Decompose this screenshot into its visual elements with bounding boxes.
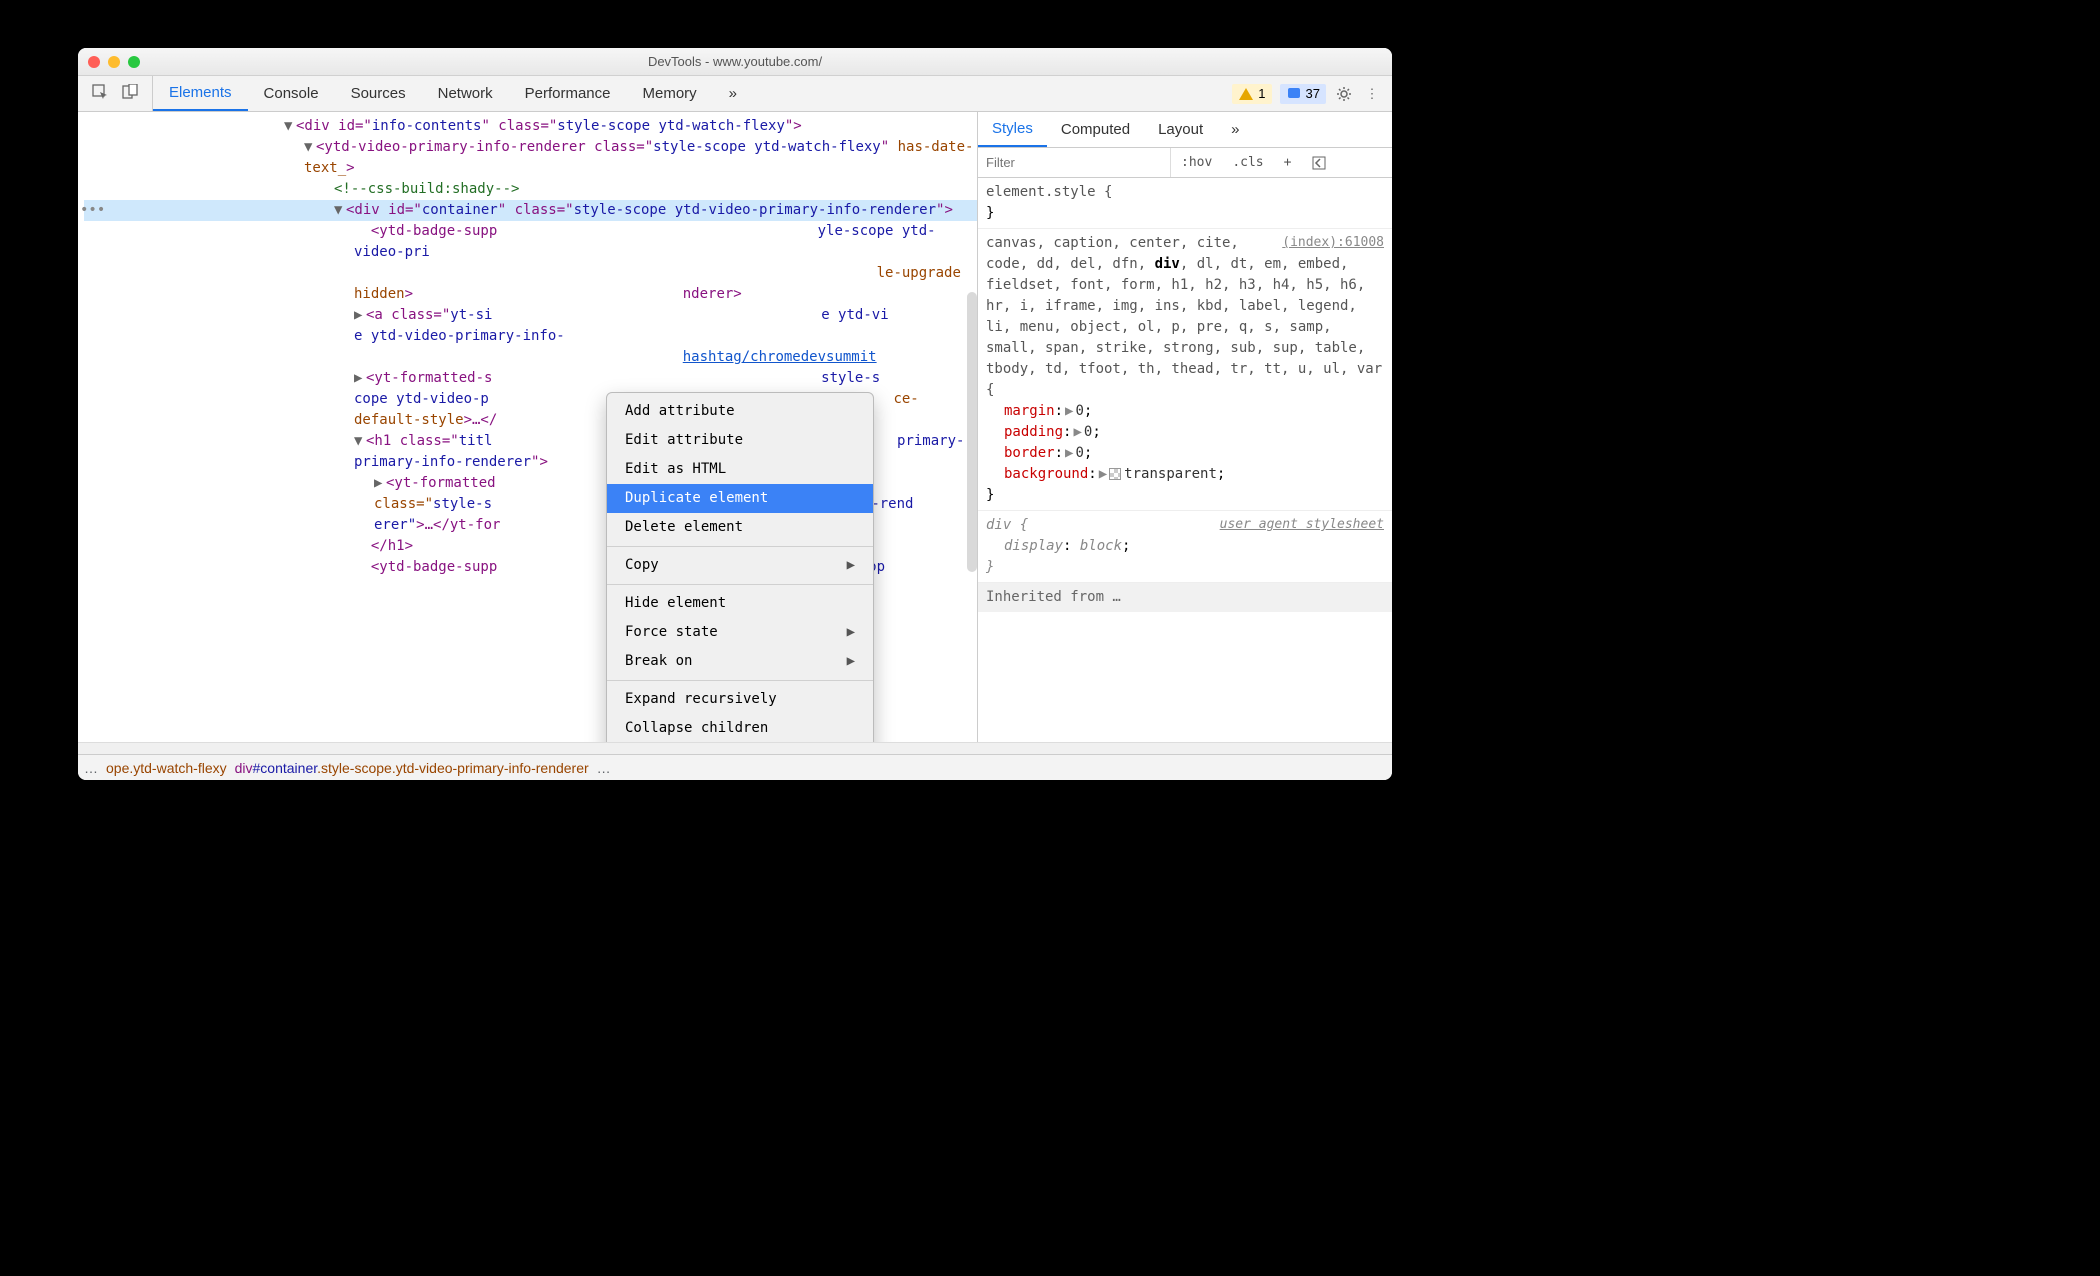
dom-comment[interactable]: <!--css-build:shady--> xyxy=(84,179,977,200)
ctx-item[interactable]: Expand recursively xyxy=(607,685,873,714)
breadcrumbs: … ope.ytd-watch-flexy div#container.styl… xyxy=(78,754,1392,780)
panel-tabs: Elements Console Sources Network Perform… xyxy=(153,76,753,111)
dom-node[interactable]: <ytd-badge-supp yle-scope ytd-video-pri … xyxy=(84,221,977,305)
stab-styles[interactable]: Styles xyxy=(978,112,1047,147)
styles-rules[interactable]: element.style { } (index):61008 canvas, … xyxy=(978,178,1392,742)
submenu-arrow-icon: ▶ xyxy=(847,651,855,672)
ctx-item[interactable]: Copy ▶ xyxy=(607,551,873,580)
add-rule-button[interactable]: + xyxy=(1274,148,1302,177)
scrollbar-thumb[interactable] xyxy=(967,292,977,572)
inspect-icon[interactable] xyxy=(92,84,108,103)
ctx-item-label: Duplicate element xyxy=(625,488,768,509)
tab-memory[interactable]: Memory xyxy=(627,76,713,111)
ctx-item-label: Edit as HTML xyxy=(625,459,726,480)
dom-node-selected[interactable]: •••▼<div id="container" class="style-sco… xyxy=(84,200,977,221)
styles-toolbar: :hov .cls + xyxy=(978,148,1392,178)
toggle-pane-icon[interactable] xyxy=(1301,148,1337,177)
tab-sources[interactable]: Sources xyxy=(335,76,422,111)
ctx-item[interactable]: Delete element xyxy=(607,513,873,542)
warnings-badge[interactable]: 1 xyxy=(1232,84,1271,104)
tab-network[interactable]: Network xyxy=(422,76,509,111)
device-icon[interactable] xyxy=(122,84,138,103)
ctx-item-label: Force state xyxy=(625,622,718,643)
rule-source-link[interactable]: (index):61008 xyxy=(1282,233,1384,253)
ctx-item-label: Hide element xyxy=(625,593,726,614)
breadcrumb-item[interactable]: ope.ytd-watch-flexy xyxy=(106,760,227,776)
ctx-item[interactable]: Duplicate element xyxy=(607,484,873,513)
cls-button[interactable]: .cls xyxy=(1222,148,1273,177)
close-icon[interactable] xyxy=(88,56,100,68)
more-icon[interactable]: ⋮ xyxy=(1362,84,1382,104)
devtools-window: DevTools - www.youtube.com/ Elements Con… xyxy=(78,48,1392,780)
rule-source-ua: user agent stylesheet xyxy=(1220,515,1384,535)
ctx-separator xyxy=(607,584,873,585)
ctx-item-label: Collapse children xyxy=(625,718,768,739)
ctx-item[interactable]: Edit as HTML xyxy=(607,455,873,484)
zoom-icon[interactable] xyxy=(128,56,140,68)
elements-tree[interactable]: ▼<div id="info-contents" class="style-sc… xyxy=(78,112,977,742)
tab-elements[interactable]: Elements xyxy=(153,76,248,111)
stab-layout[interactable]: Layout xyxy=(1144,112,1217,147)
window-title: DevTools - www.youtube.com/ xyxy=(78,54,1392,69)
hov-button[interactable]: :hov xyxy=(1171,148,1222,177)
ctx-item-label: Copy xyxy=(625,555,659,576)
ctx-separator xyxy=(607,680,873,681)
issues-badge[interactable]: 37 xyxy=(1280,84,1326,104)
ctx-item-label: Break on xyxy=(625,651,692,672)
warnings-count: 1 xyxy=(1258,86,1265,101)
breadcrumb-ellipsis[interactable]: … xyxy=(597,760,611,776)
ctx-item-label: Expand recursively xyxy=(625,689,777,710)
submenu-arrow-icon: ▶ xyxy=(847,555,855,576)
ctx-separator xyxy=(607,546,873,547)
inherited-header: Inherited from … xyxy=(978,583,1392,612)
ctx-item-label: Delete element xyxy=(625,517,743,538)
breadcrumb-ellipsis[interactable]: … xyxy=(84,760,98,776)
ctx-item-label: Edit attribute xyxy=(625,430,743,451)
ctx-item[interactable]: Edit attribute xyxy=(607,426,873,455)
color-swatch-icon[interactable] xyxy=(1109,468,1121,480)
tab-performance[interactable]: Performance xyxy=(509,76,627,111)
ctx-item[interactable]: Collapse children xyxy=(607,714,873,742)
style-rule-ua[interactable]: user agent stylesheet div { display: blo… xyxy=(978,511,1392,583)
ctx-item-label: Add attribute xyxy=(625,401,735,422)
minimize-icon[interactable] xyxy=(108,56,120,68)
main-toolbar: Elements Console Sources Network Perform… xyxy=(78,76,1392,112)
tabs-overflow[interactable]: » xyxy=(713,76,753,111)
window-controls xyxy=(88,56,140,68)
stabs-overflow[interactable]: » xyxy=(1217,112,1253,147)
dom-node[interactable]: ▼<div id="info-contents" class="style-sc… xyxy=(84,116,977,137)
style-rule[interactable]: element.style { } xyxy=(978,178,1392,229)
stab-computed[interactable]: Computed xyxy=(1047,112,1144,147)
context-menu: Add attribute Edit attribute Edit as HTML D… xyxy=(606,392,874,742)
ctx-item[interactable]: Force state ▶ xyxy=(607,618,873,647)
issues-count: 37 xyxy=(1306,86,1320,101)
breadcrumb-item-selected[interactable]: div#container.style-scope.ytd-video-prim… xyxy=(235,760,589,776)
dom-node[interactable]: ▼<ytd-video-primary-info-renderer class=… xyxy=(84,137,977,179)
tab-console[interactable]: Console xyxy=(248,76,335,111)
submenu-arrow-icon: ▶ xyxy=(847,622,855,643)
ellipsis-icon[interactable]: ••• xyxy=(80,200,105,221)
styles-pane: Styles Computed Layout » :hov .cls + ele… xyxy=(977,112,1392,742)
dom-node[interactable]: ▶<a class="yt-si e ytd-vie ytd-video-pri… xyxy=(84,305,977,368)
titlebar: DevTools - www.youtube.com/ xyxy=(78,48,1392,76)
ctx-item[interactable]: Add attribute xyxy=(607,397,873,426)
settings-icon[interactable] xyxy=(1334,84,1354,104)
styles-filter-input[interactable] xyxy=(978,148,1170,177)
ctx-item[interactable]: Hide element xyxy=(607,589,873,618)
ctx-item[interactable]: Break on ▶ xyxy=(607,647,873,676)
horizontal-scrollbar[interactable] xyxy=(78,742,1392,754)
styles-tabs: Styles Computed Layout » xyxy=(978,112,1392,148)
style-rule[interactable]: (index):61008 canvas, caption, center, c… xyxy=(978,229,1392,511)
